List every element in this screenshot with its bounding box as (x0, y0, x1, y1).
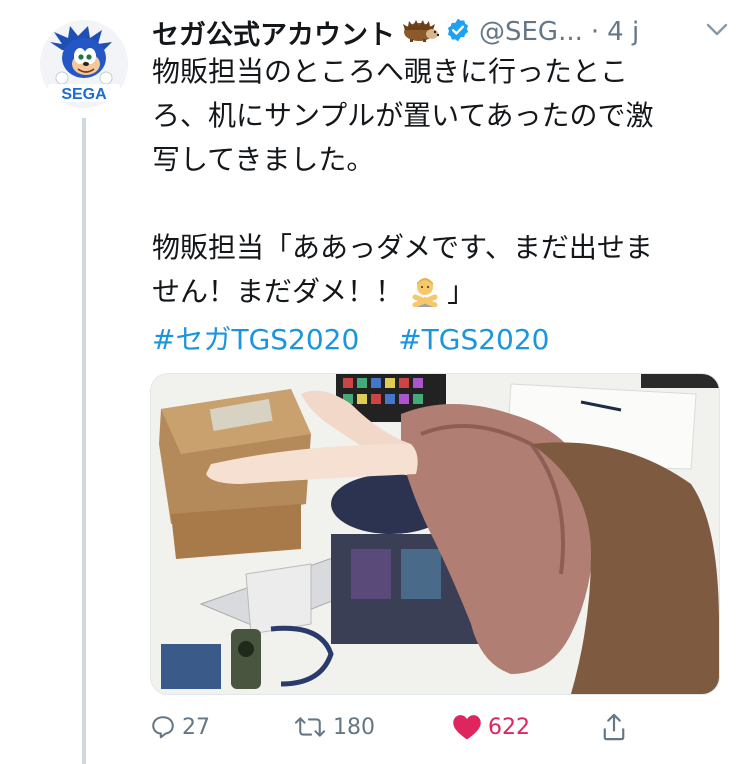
tweet-text-line: 写してきました。 (152, 143, 375, 176)
tweet-text-fragment: せん！まだダメ！！ (152, 275, 404, 308)
reply-icon (152, 716, 174, 739)
share-button[interactable] (600, 705, 634, 749)
tweet-photo[interactable] (150, 373, 720, 695)
timestamp[interactable]: 4 j (607, 17, 639, 47)
hashtag-link[interactable]: #セガTGS2020 (152, 323, 359, 356)
separator-dot: · (590, 17, 600, 47)
tweet-actions: 27 180 622 (150, 705, 650, 749)
tweet-text-line: 物販担当「ああっダメです、まだ出せま (152, 231, 653, 264)
retweet-button[interactable]: 180 (293, 705, 375, 749)
reply-count: 27 (182, 714, 210, 740)
handle[interactable]: @SEG... (479, 17, 583, 47)
heart-icon (453, 715, 481, 740)
retweet-count: 180 (333, 714, 375, 740)
tweet-text-fragment: 」 (447, 275, 476, 308)
retweet-icon (294, 717, 326, 737)
tweet-text-line: 物販担当のところへ覗きに行ったとこ (152, 55, 629, 88)
photo-image (151, 374, 719, 694)
verified-badge-icon (445, 17, 471, 47)
share-icon (603, 713, 625, 741)
chevron-down-icon[interactable] (706, 22, 736, 42)
display-name[interactable]: セガ公式アカウント (152, 13, 395, 52)
hedgehog-emoji-icon (399, 18, 440, 46)
sonic-avatar-icon: SEGA (40, 20, 128, 108)
tweet-text-line: せん！まだダメ！！ 」 (152, 270, 722, 320)
hashtag-link[interactable]: #TGS2020 (398, 323, 549, 356)
tweet-text: 物販担当のところへ覗きに行ったとこ ろ、机にサンプルが置いてあったので激 写して… (152, 50, 722, 320)
reply-button[interactable]: 27 (150, 705, 210, 749)
tweet-header: セガ公式アカウント @SEG... · 4 j (152, 12, 737, 52)
sega-logo-text: SEGA (61, 86, 107, 103)
like-count: 622 (488, 714, 530, 740)
tweet-text-line: ろ、机にサンプルが置いてあったので激 (152, 99, 654, 132)
like-button[interactable]: 622 (452, 705, 530, 749)
avatar[interactable]: SEGA (40, 20, 128, 108)
thread-line (82, 118, 86, 764)
no-gesture-emoji-icon (409, 275, 441, 320)
hashtags: #セガTGS2020 #TGS2020 (152, 318, 580, 358)
